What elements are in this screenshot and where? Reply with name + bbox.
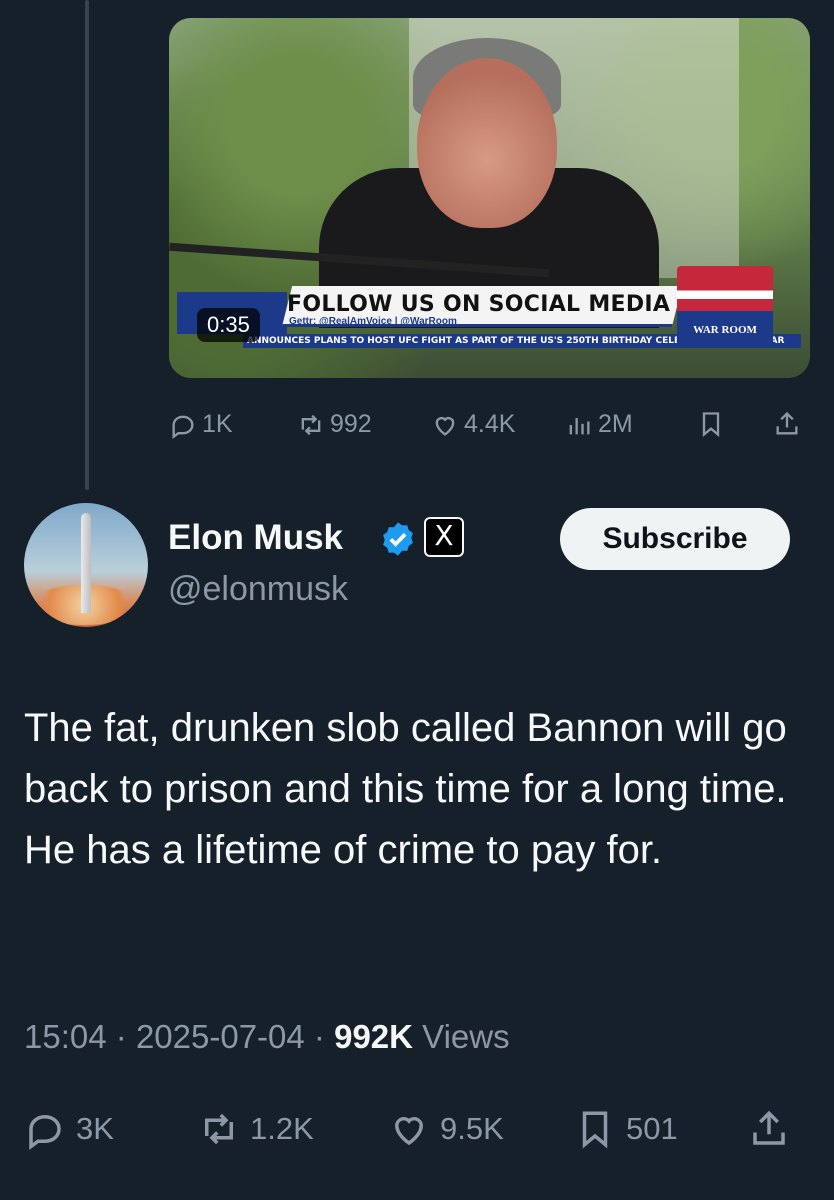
bookmark-count: 501: [626, 1111, 678, 1146]
share-button[interactable]: [748, 1108, 790, 1150]
chyron-title: FOLLOW US ON SOCIAL MEDIA: [287, 292, 671, 317]
tweet-text: The fat, drunken slob called Bannon will…: [24, 706, 787, 872]
share-icon: [753, 1110, 785, 1145]
video-duration: 0:35: [197, 308, 260, 342]
share-icon: [776, 411, 798, 435]
chyron-handles: Gettr: @RealAmVoice | @WarRoom: [289, 316, 457, 327]
verified-badge-icon: [383, 522, 413, 556]
views-chart-icon: [569, 417, 590, 434]
meta-separator: ·: [313, 1018, 335, 1055]
video-person-head: [417, 58, 557, 228]
reply-count: 3K: [76, 1111, 114, 1146]
tweet-views-count: 992K: [334, 1018, 413, 1055]
quoted-views-count: 2M: [598, 410, 633, 438]
avatar-rocket: [81, 513, 91, 613]
bookmark-icon: [582, 1111, 608, 1149]
like-button[interactable]: 9.5K: [388, 1108, 504, 1150]
quoted-repost-button[interactable]: 992: [297, 410, 372, 439]
author-name[interactable]: Elon Musk: [168, 518, 343, 558]
repost-icon: [301, 414, 321, 435]
subscribe-button[interactable]: Subscribe: [560, 508, 790, 570]
quoted-like-count: 4.4K: [464, 410, 516, 438]
tweet-views-label: Views: [422, 1018, 510, 1055]
meta-separator: ·: [115, 1018, 136, 1055]
repost-count: 1.2K: [250, 1111, 314, 1146]
reply-button[interactable]: 3K: [24, 1108, 114, 1150]
quoted-reply-button[interactable]: 1K: [169, 410, 233, 439]
reply-icon: [172, 415, 194, 439]
quoted-repost-count: 992: [330, 410, 372, 438]
reply-icon: [29, 1114, 61, 1150]
tweet-date[interactable]: 2025-07-04: [136, 1018, 305, 1055]
tweet-time[interactable]: 15:04: [24, 1018, 107, 1055]
quoted-video-player[interactable]: FOLLOW US ON SOCIAL MEDIA Gettr: @RealAm…: [169, 18, 810, 378]
heart-icon: [394, 1117, 424, 1146]
quoted-like-button[interactable]: 4.4K: [431, 410, 515, 439]
quoted-tweet-actions: 1K 992 4.4K 2M: [169, 408, 810, 444]
bookmark-icon: [702, 412, 720, 437]
x-affiliate-badge: X: [424, 517, 464, 557]
warroom-logo-text: WAR ROOM: [693, 324, 757, 336]
bookmark-button[interactable]: 501: [574, 1108, 678, 1150]
quoted-views-button[interactable]: 2M: [565, 410, 633, 439]
quoted-bookmark-button[interactable]: [697, 410, 725, 438]
thread-connector-line: [85, 0, 89, 490]
tweet-actions: 3K 1.2K 9.5K 501: [0, 1100, 834, 1160]
quoted-reply-count: 1K: [202, 410, 233, 438]
repost-icon: [205, 1113, 233, 1145]
tweet-meta: 15:04 · 2025-07-04 · 992K Views: [24, 1018, 510, 1056]
heart-icon: [435, 416, 455, 436]
avatar[interactable]: [24, 503, 148, 627]
repost-button[interactable]: 1.2K: [198, 1108, 314, 1150]
author-handle[interactable]: @elonmusk: [168, 570, 348, 609]
quoted-share-button[interactable]: [773, 410, 801, 438]
like-count: 9.5K: [440, 1111, 504, 1146]
